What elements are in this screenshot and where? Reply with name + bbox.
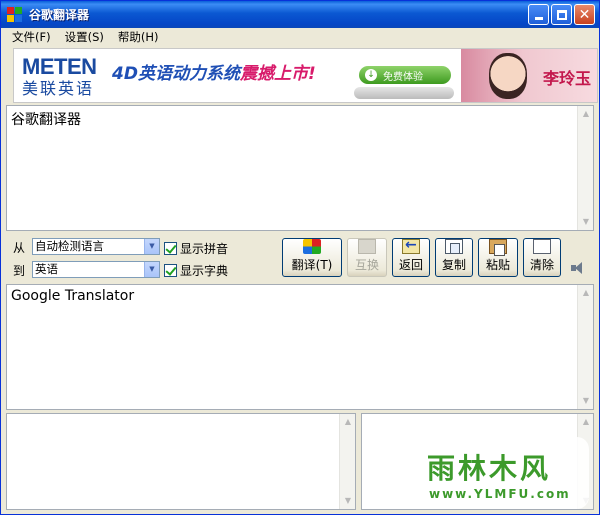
scroll-up-icon[interactable]: ▲ bbox=[579, 286, 593, 300]
copy-label: 复制 bbox=[441, 258, 466, 272]
clear-button[interactable]: 清除 bbox=[523, 238, 561, 277]
chevron-down-icon[interactable]: ▼ bbox=[144, 239, 159, 254]
menu-settings[interactable]: 设置(S) bbox=[58, 29, 111, 45]
watermark-main-text: 雨林木风 bbox=[427, 452, 552, 485]
ad-trial-button[interactable]: ↓ 免费体验 bbox=[359, 66, 451, 84]
source-text[interactable]: 谷歌翻译器 bbox=[7, 106, 593, 132]
clear-label: 清除 bbox=[529, 258, 554, 272]
scroll-up-icon[interactable]: ▲ bbox=[341, 415, 355, 429]
watermark-logo: 雨林木风 www.YLMFU.com bbox=[409, 437, 589, 509]
swap-button[interactable]: 互换 bbox=[347, 238, 387, 277]
menu-file[interactable]: 文件(F) bbox=[5, 29, 58, 45]
translate-icon bbox=[303, 239, 321, 254]
to-label: 到 bbox=[13, 264, 26, 278]
ad-slogan-highlight: 震撼上市! bbox=[239, 64, 316, 84]
speaker-icon[interactable] bbox=[570, 260, 586, 276]
pinyin-panel[interactable]: ▲ ▼ bbox=[6, 413, 356, 510]
to-language-value: 英语 bbox=[35, 262, 58, 276]
source-scrollbar[interactable]: ▲ ▼ bbox=[577, 106, 593, 230]
celebrity-name: 李玲玉 bbox=[543, 69, 592, 88]
minimize-icon bbox=[534, 17, 543, 20]
scroll-down-icon[interactable]: ▼ bbox=[579, 215, 593, 229]
window-title: 谷歌翻译器 bbox=[29, 8, 90, 22]
scroll-down-icon[interactable]: ▼ bbox=[579, 394, 593, 408]
close-icon: ✕ bbox=[578, 6, 591, 23]
show-dictionary-label: 显示字典 bbox=[180, 264, 229, 278]
meten-logo-cn: 美联英语 bbox=[22, 79, 95, 98]
back-button[interactable]: 返回 bbox=[392, 237, 430, 277]
paste-icon bbox=[489, 239, 507, 256]
minimize-button[interactable] bbox=[528, 4, 549, 25]
from-language-value: 自动检测语言 bbox=[35, 239, 104, 253]
clear-icon bbox=[533, 239, 551, 254]
translate-label: 翻译(T) bbox=[291, 258, 333, 272]
show-dictionary-checkbox[interactable]: 显示字典 bbox=[164, 262, 228, 279]
checkbox-checked-icon[interactable] bbox=[164, 242, 177, 255]
ad-photo: 李玲玉 bbox=[461, 49, 597, 102]
back-label: 返回 bbox=[398, 258, 423, 272]
chevron-down-icon[interactable]: ▼ bbox=[144, 262, 159, 277]
from-language-select[interactable]: 自动检测语言 ▼ bbox=[32, 238, 160, 255]
app-icon bbox=[7, 6, 23, 23]
meten-logo-text: METEN bbox=[22, 54, 97, 79]
close-button[interactable]: ✕ bbox=[574, 4, 595, 25]
result-scrollbar[interactable]: ▲ ▼ bbox=[577, 285, 593, 409]
translate-button[interactable]: 翻译(T) bbox=[282, 238, 342, 277]
menu-bar: 文件(F) 设置(S) 帮助(H) bbox=[1, 28, 599, 46]
paste-button[interactable]: 粘贴 bbox=[478, 238, 518, 277]
ad-slogan-prefix: 4D英语动力系统 bbox=[112, 64, 240, 84]
maximize-button[interactable] bbox=[551, 4, 572, 25]
paste-label: 粘贴 bbox=[485, 258, 510, 272]
to-language-select[interactable]: 英语 ▼ bbox=[32, 261, 160, 278]
result-textarea[interactable]: Google Translator ▲ ▼ bbox=[6, 284, 594, 410]
title-bar[interactable]: 谷歌翻译器 ✕ bbox=[1, 1, 599, 28]
download-icon: ↓ bbox=[365, 69, 377, 81]
source-textarea[interactable]: 谷歌翻译器 ▲ ▼ bbox=[6, 105, 594, 231]
result-text[interactable]: Google Translator bbox=[7, 285, 593, 307]
ad-trial-label: 免费体验 bbox=[383, 71, 423, 83]
copy-icon bbox=[445, 239, 463, 254]
celebrity-photo bbox=[489, 53, 527, 99]
ad-banner[interactable]: METEN 美联英语 4D英语动力系统震撼上市! ↓ 免费体验 李玲玉 bbox=[13, 48, 598, 103]
copy-button[interactable]: 复制 bbox=[435, 238, 473, 277]
scroll-up-icon[interactable]: ▲ bbox=[579, 107, 593, 121]
swap-label: 互换 bbox=[354, 258, 379, 272]
watermark-url: www.YLMFU.com bbox=[429, 487, 571, 501]
meten-logo: METEN 美联英语 bbox=[22, 55, 104, 99]
checkbox-checked-icon[interactable] bbox=[164, 264, 177, 277]
back-icon bbox=[402, 237, 420, 254]
pinyin-scrollbar[interactable]: ▲ ▼ bbox=[339, 414, 355, 509]
menu-help[interactable]: 帮助(H) bbox=[111, 29, 166, 45]
app-window: 谷歌翻译器 ✕ 文件(F) 设置(S) 帮助(H) METEN 美联英语 4D英… bbox=[0, 0, 600, 515]
ad-decor-bar bbox=[354, 87, 454, 99]
scroll-down-icon[interactable]: ▼ bbox=[341, 494, 355, 508]
show-pinyin-checkbox[interactable]: 显示拼音 bbox=[164, 240, 228, 257]
scroll-up-icon[interactable]: ▲ bbox=[579, 415, 593, 429]
from-label: 从 bbox=[13, 241, 26, 255]
show-pinyin-label: 显示拼音 bbox=[180, 242, 229, 256]
ad-slogan: 4D英语动力系统震撼上市! bbox=[112, 59, 316, 84]
maximize-icon bbox=[556, 9, 567, 20]
swap-icon bbox=[358, 239, 376, 254]
